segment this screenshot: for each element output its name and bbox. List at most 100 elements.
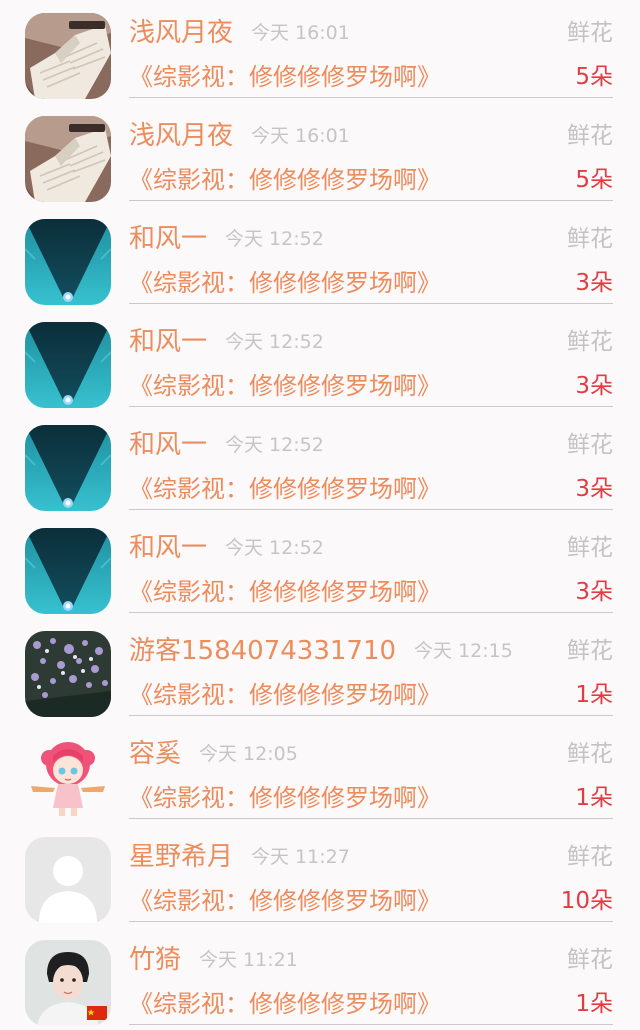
item-info: 竹猗 今天 11:21 鲜花 《综影视：修修修修罗场啊》 1朵 (129, 927, 613, 1030)
list-item[interactable]: 和风一 今天 12:52 鲜花 《综影视：修修修修罗场啊》 3朵 (0, 309, 640, 412)
divider (129, 818, 613, 819)
gift-type: 鲜花 (567, 844, 613, 870)
divider (129, 1024, 613, 1025)
divider (129, 715, 613, 716)
user-name: 游客1584074331710 今天 12:15 (129, 633, 513, 669)
divider (129, 509, 613, 510)
book-title: 《综影视：修修修修罗场啊》 (129, 578, 441, 606)
user-name-text: 容奚 (129, 739, 182, 769)
user-name: 和风一 今天 12:52 (129, 221, 324, 257)
divider (129, 921, 613, 922)
book-title: 《综影视：修修修修罗场啊》 (129, 681, 441, 709)
book-title: 《综影视：修修修修罗场啊》 (129, 63, 441, 91)
teal-light-avatar[interactable] (25, 425, 111, 511)
divider (129, 200, 613, 201)
divider (129, 406, 613, 407)
item-info: 浅风月夜 今天 16:01 鲜花 《综影视：修修修修罗场啊》 5朵 (129, 103, 613, 206)
user-name-text: 星野希月 (129, 842, 234, 872)
list-item[interactable]: 竹猗 今天 11:21 鲜花 《综影视：修修修修罗场啊》 1朵 (0, 927, 640, 1030)
list-item[interactable]: 和风一 今天 12:52 鲜花 《综影视：修修修修罗场啊》 3朵 (0, 412, 640, 515)
list-item[interactable]: 容奚 今天 12:05 鲜花 《综影视：修修修修罗场啊》 1朵 (0, 721, 640, 824)
user-name-text: 浅风月夜 (129, 121, 234, 151)
book-title: 《综影视：修修修修罗场啊》 (129, 990, 441, 1018)
user-name-text: 游客1584074331710 (129, 636, 397, 666)
flowers-avatar[interactable] (25, 631, 111, 717)
item-info: 和风一 今天 12:52 鲜花 《综影视：修修修修罗场啊》 3朵 (129, 412, 613, 515)
gift-count: 3朵 (575, 373, 613, 399)
user-name: 和风一 今天 12:52 (129, 324, 324, 360)
book-title: 《综影视：修修修修罗场啊》 (129, 166, 441, 194)
book-title: 《综影视：修修修修罗场啊》 (129, 475, 441, 503)
timestamp: 今天 12:15 (414, 640, 513, 662)
user-name-text: 和风一 (129, 533, 208, 563)
teal-light-avatar[interactable] (25, 528, 111, 614)
user-name: 竹猗 今天 11:21 (129, 942, 298, 978)
gift-type: 鲜花 (567, 638, 613, 664)
gift-type: 鲜花 (567, 947, 613, 973)
user-name-text: 和风一 (129, 224, 208, 254)
book-avatar[interactable] (25, 13, 111, 99)
gift-count: 1朵 (575, 682, 613, 708)
user-name: 和风一 今天 12:52 (129, 530, 324, 566)
teal-light-avatar[interactable] (25, 219, 111, 305)
book-avatar-image (25, 116, 111, 202)
default-person-avatar[interactable] (25, 837, 111, 923)
list-item[interactable]: 浅风月夜 今天 16:01 鲜花 《综影视：修修修修罗场啊》 5朵 (0, 103, 640, 206)
item-info: 浅风月夜 今天 16:01 鲜花 《综影视：修修修修罗场啊》 5朵 (129, 0, 613, 103)
book-title: 《综影视：修修修修罗场啊》 (129, 784, 441, 812)
gift-count: 1朵 (575, 991, 613, 1017)
user-name-text: 浅风月夜 (129, 18, 234, 48)
timestamp: 今天 12:52 (225, 331, 324, 353)
teal-light-avatar-image (25, 528, 111, 614)
divider (129, 303, 613, 304)
user-name: 浅风月夜 今天 16:01 (129, 118, 350, 154)
item-info: 容奚 今天 12:05 鲜花 《综影视：修修修修罗场啊》 1朵 (129, 721, 613, 824)
flowers-avatar-image (25, 631, 111, 717)
book-avatar-image (25, 13, 111, 99)
timestamp: 今天 12:52 (225, 434, 324, 456)
teal-light-avatar-image (25, 425, 111, 511)
user-name-text: 和风一 (129, 430, 208, 460)
book-avatar[interactable] (25, 116, 111, 202)
gift-type: 鲜花 (567, 20, 613, 46)
user-name: 容奚 今天 12:05 (129, 736, 298, 772)
gift-type: 鲜花 (567, 226, 613, 252)
list-item[interactable]: 和风一 今天 12:52 鲜花 《综影视：修修修修罗场啊》 3朵 (0, 206, 640, 309)
user-name-text: 竹猗 (129, 945, 182, 975)
timestamp: 今天 11:27 (251, 846, 350, 868)
user-name: 和风一 今天 12:52 (129, 427, 324, 463)
gift-list: 浅风月夜 今天 16:01 鲜花 《综影视：修修修修罗场啊》 5朵 浅风月夜 今天 … (0, 0, 640, 1030)
teal-light-avatar[interactable] (25, 322, 111, 408)
book-title: 《综影视：修修修修罗场啊》 (129, 269, 441, 297)
portrait-avatar[interactable] (25, 940, 111, 1026)
timestamp: 今天 11:21 (199, 949, 298, 971)
list-item[interactable]: 浅风月夜 今天 16:01 鲜花 《综影视：修修修修罗场啊》 5朵 (0, 0, 640, 103)
timestamp: 今天 12:52 (225, 228, 324, 250)
default-person-avatar-image (25, 837, 111, 923)
gift-count: 5朵 (575, 167, 613, 193)
teal-light-avatar-image (25, 219, 111, 305)
book-title: 《综影视：修修修修罗场啊》 (129, 887, 441, 915)
list-item[interactable]: 星野希月 今天 11:27 鲜花 《综影视：修修修修罗场啊》 10朵 (0, 824, 640, 927)
user-name: 浅风月夜 今天 16:01 (129, 15, 350, 51)
item-info: 游客1584074331710 今天 12:15 鲜花 《综影视：修修修修罗场啊》… (129, 618, 613, 721)
gift-count: 3朵 (575, 476, 613, 502)
user-name: 星野希月 今天 11:27 (129, 839, 350, 875)
divider (129, 97, 613, 98)
gift-type: 鲜花 (567, 432, 613, 458)
timestamp: 今天 12:52 (225, 537, 324, 559)
book-title: 《综影视：修修修修罗场啊》 (129, 372, 441, 400)
gift-count: 5朵 (575, 64, 613, 90)
gift-count: 1朵 (575, 785, 613, 811)
anime-girl-avatar-image (25, 734, 111, 820)
teal-light-avatar-image (25, 322, 111, 408)
item-info: 和风一 今天 12:52 鲜花 《综影视：修修修修罗场啊》 3朵 (129, 206, 613, 309)
item-info: 和风一 今天 12:52 鲜花 《综影视：修修修修罗场啊》 3朵 (129, 515, 613, 618)
gift-count: 10朵 (560, 888, 613, 914)
list-item[interactable]: 和风一 今天 12:52 鲜花 《综影视：修修修修罗场啊》 3朵 (0, 515, 640, 618)
gift-type: 鲜花 (567, 329, 613, 355)
list-item[interactable]: 游客1584074331710 今天 12:15 鲜花 《综影视：修修修修罗场啊》… (0, 618, 640, 721)
anime-girl-avatar[interactable] (25, 734, 111, 820)
gift-count: 3朵 (575, 579, 613, 605)
timestamp: 今天 16:01 (251, 125, 350, 147)
